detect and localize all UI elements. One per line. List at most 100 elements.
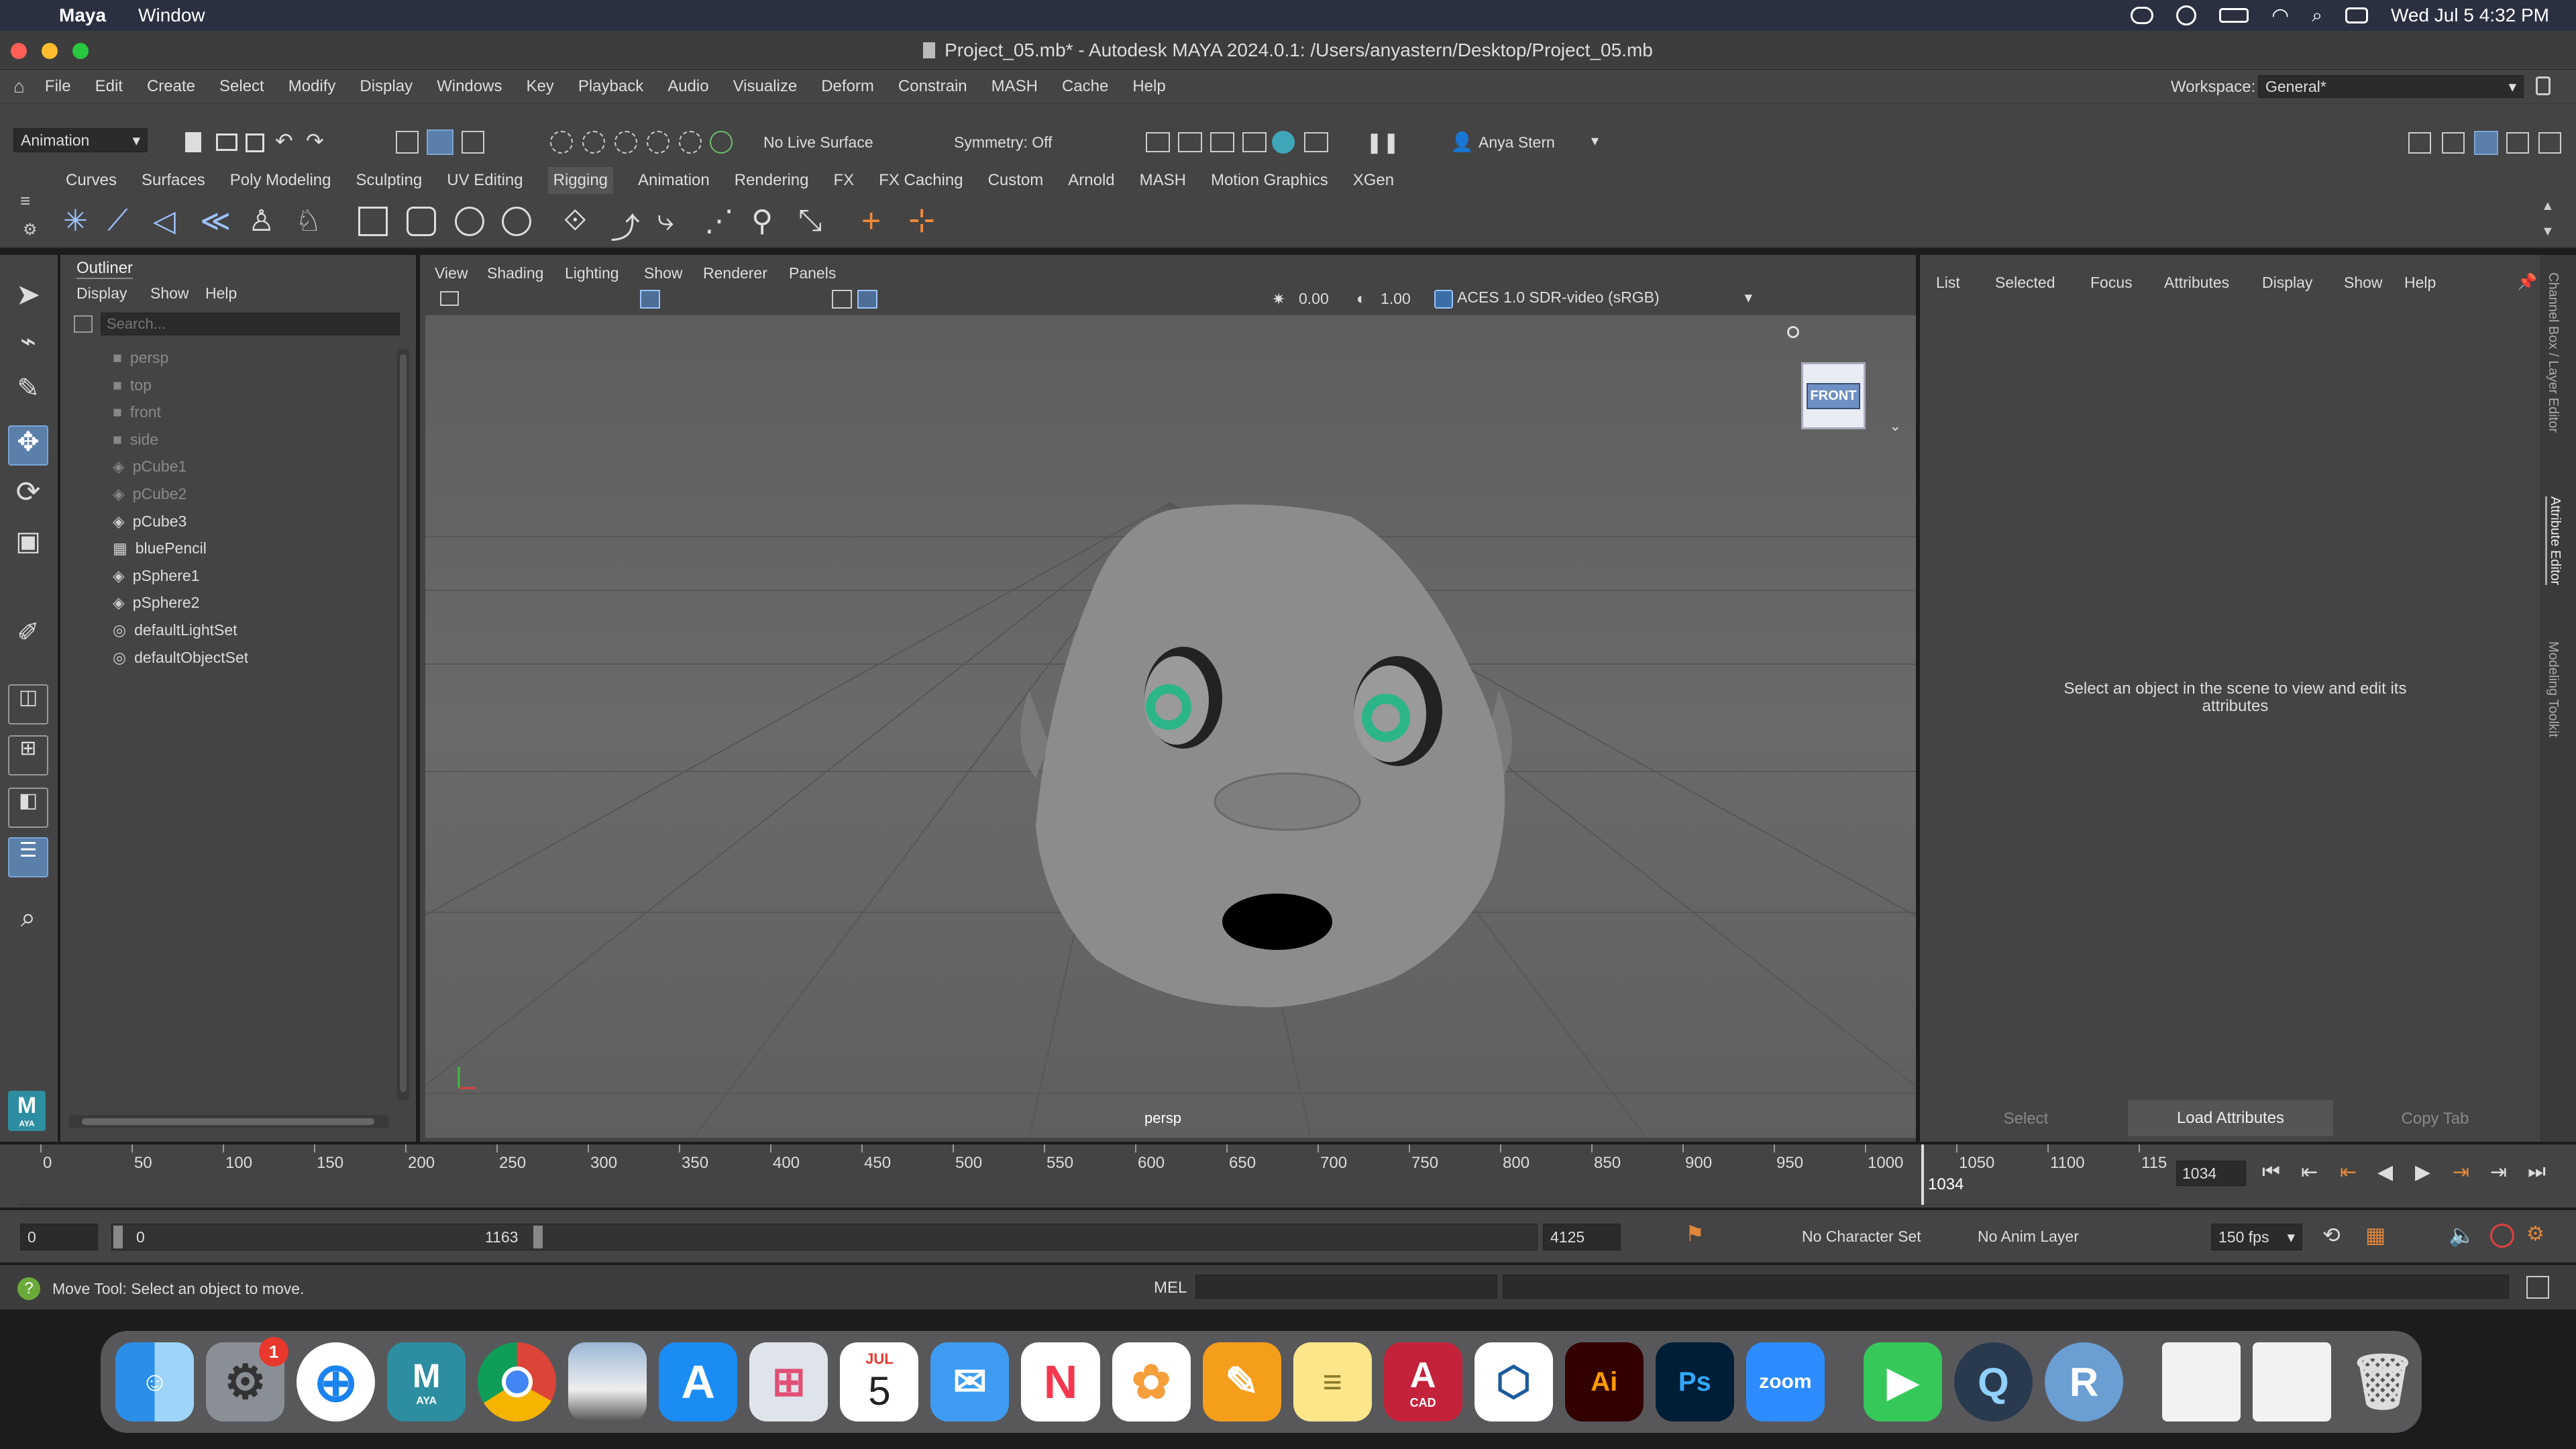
- new-scene-icon[interactable]: [185, 132, 201, 152]
- minimize-window-button[interactable]: [42, 43, 58, 59]
- outliner-item[interactable]: ■ front: [113, 403, 161, 421]
- shelf-tab-surfaces[interactable]: Surfaces: [142, 167, 205, 194]
- app-menu-maya[interactable]: Maya: [59, 5, 106, 26]
- news-icon[interactable]: N: [1021, 1342, 1100, 1421]
- shelf-tab-sculpting[interactable]: Sculpting: [356, 167, 423, 194]
- shelf-tab-arnold[interactable]: Arnold: [1068, 167, 1114, 194]
- quicktime-icon[interactable]: Q: [1953, 1342, 2033, 1421]
- human-ik-toggle-icon[interactable]: [2442, 132, 2465, 154]
- side-tab-attribute-editor[interactable]: Attribute Editor: [2545, 496, 2563, 586]
- save-scene-icon[interactable]: [246, 133, 264, 152]
- attr-menu-attributes[interactable]: Attributes: [2164, 274, 2229, 292]
- outliner-item[interactable]: ■ top: [113, 376, 152, 394]
- menu-display[interactable]: Display: [360, 77, 413, 96]
- facetime-icon[interactable]: ▶: [1863, 1342, 1942, 1421]
- side-tab-modeling-toolkit[interactable]: Modeling Toolkit: [2545, 641, 2561, 737]
- viewport-menu-show[interactable]: Show: [644, 264, 683, 282]
- move-tool-icon[interactable]: ✥: [8, 425, 48, 466]
- menu-help[interactable]: Help: [1132, 77, 1165, 96]
- outliner-tab[interactable]: Outliner: [76, 259, 133, 279]
- viewport-menu-renderer[interactable]: Renderer: [703, 264, 767, 282]
- scrollbar-thumb[interactable]: [82, 1118, 374, 1125]
- range-handle-end[interactable]: [533, 1226, 543, 1248]
- grid-toggle-icon[interactable]: [640, 290, 660, 309]
- time-ruler[interactable]: 0 50 100 150 200 250 300 350 400 450 500 550 600 650 7…: [20, 1144, 2167, 1205]
- orient-constraint-icon[interactable]: ⚲: [751, 204, 773, 238]
- outliner-menu-display[interactable]: Display: [76, 284, 127, 303]
- outliner-horizontal-scrollbar[interactable]: [68, 1115, 389, 1128]
- snap-view-plane-icon[interactable]: [647, 131, 669, 154]
- parent-constraint-icon[interactable]: ⤷: [657, 204, 674, 237]
- creative-cloud-icon[interactable]: [2131, 7, 2154, 24]
- tool-settings-toggle-icon[interactable]: [2506, 132, 2529, 154]
- end-time-field[interactable]: [1543, 1224, 1621, 1250]
- viewport-menu-lighting[interactable]: Lighting: [565, 264, 619, 282]
- viewport-menu-shading[interactable]: Shading: [487, 264, 543, 282]
- menu-select[interactable]: Select: [219, 77, 264, 96]
- menu-key[interactable]: Key: [526, 77, 553, 96]
- hypershade-icon[interactable]: [1272, 131, 1295, 154]
- menu-file[interactable]: File: [45, 77, 71, 96]
- snap-grid-icon[interactable]: [550, 131, 573, 154]
- step-back-frame-icon[interactable]: ⇤: [2340, 1161, 2357, 1184]
- sound-icon[interactable]: 🔈: [2449, 1222, 2475, 1248]
- create-joints-icon[interactable]: ✳: [63, 204, 88, 238]
- autocad-icon[interactable]: A CAD: [1383, 1342, 1462, 1421]
- rstudio-icon[interactable]: R: [2044, 1342, 2124, 1421]
- menu-constrain[interactable]: Constrain: [898, 77, 967, 96]
- ipr-render-icon[interactable]: [1210, 132, 1234, 152]
- command-language-toggle[interactable]: MEL: [1154, 1279, 1187, 1297]
- select-component-icon[interactable]: [462, 131, 484, 154]
- outliner-item[interactable]: ■ side: [113, 431, 158, 449]
- play-forward-icon[interactable]: ▶: [2415, 1161, 2430, 1184]
- current-frame-field[interactable]: [2176, 1161, 2246, 1186]
- menu-playback[interactable]: Playback: [578, 77, 643, 96]
- character-set-dropdown[interactable]: No Character Set: [1802, 1228, 1921, 1246]
- pin-icon[interactable]: 📌: [2517, 272, 2537, 292]
- redo-icon[interactable]: ↷: [306, 128, 324, 154]
- snap-curve-icon[interactable]: [582, 131, 605, 154]
- side-tab-channel-box[interactable]: Channel Box / Layer Editor: [2545, 272, 2561, 433]
- go-to-start-icon[interactable]: ⏮: [2262, 1161, 2280, 1183]
- rotate-tool-icon[interactable]: ⟳: [8, 475, 48, 515]
- view-cube[interactable]: FRONT: [1801, 362, 1866, 429]
- viewport-menu-view[interactable]: View: [435, 264, 468, 282]
- render-view-icon[interactable]: [1146, 132, 1170, 152]
- zoom-icon[interactable]: zoom: [1746, 1342, 1825, 1421]
- outliner-item[interactable]: ◈ pCube1: [113, 458, 186, 476]
- shelf-tab-custom[interactable]: Custom: [988, 167, 1044, 194]
- image-app-icon[interactable]: [568, 1342, 647, 1421]
- shelf-tab-curves[interactable]: Curves: [66, 167, 117, 194]
- select-tool-icon[interactable]: ➤: [8, 278, 48, 318]
- wireframe-icon[interactable]: [832, 290, 852, 309]
- step-back-key-icon[interactable]: ⇤: [2301, 1161, 2318, 1184]
- scale-tool-icon[interactable]: ▣: [8, 526, 48, 566]
- outliner-item[interactable]: ◈ pSphere1: [113, 567, 199, 585]
- head-model[interactable]: [1020, 504, 1512, 1008]
- shelf-tab-fx[interactable]: FX: [834, 167, 855, 194]
- cache-playback-icon[interactable]: ▦: [2365, 1222, 2385, 1248]
- lasso-tool-icon[interactable]: ⌁: [8, 326, 48, 366]
- fps-dropdown[interactable]: 150 fps ▾: [2211, 1224, 2302, 1250]
- attribute-editor-toggle-icon[interactable]: [2474, 131, 2498, 155]
- close-window-button[interactable]: [11, 43, 27, 59]
- cluster-icon[interactable]: [502, 207, 531, 236]
- safari-icon[interactable]: ⊕: [297, 1342, 376, 1421]
- finder-icon[interactable]: ☺: [115, 1342, 195, 1421]
- menu-windows[interactable]: Windows: [437, 77, 502, 96]
- select-object-icon[interactable]: [427, 129, 453, 155]
- paint-select-tool-icon[interactable]: ✎: [8, 373, 48, 413]
- play-backward-icon[interactable]: ◀: [2377, 1161, 2393, 1184]
- scrollbar-thumb[interactable]: [400, 354, 407, 1092]
- arnold-render-icon[interactable]: [1304, 132, 1328, 152]
- battery-icon[interactable]: [2219, 8, 2249, 23]
- ik-handle-icon[interactable]: ⟐: [564, 204, 587, 237]
- lattice-icon[interactable]: [455, 207, 484, 236]
- pause-viewport-icon[interactable]: ❚❚: [1366, 131, 1399, 154]
- colorspace-dropdown[interactable]: ACES 1.0 SDR-video (sRGB) ▾: [1457, 288, 1752, 310]
- menu-visualize[interactable]: Visualize: [733, 77, 798, 96]
- shelf-scroll-up-icon[interactable]: ▲: [2541, 199, 2555, 214]
- chevron-down-icon[interactable]: ▾: [1591, 132, 1599, 150]
- snap-point-icon[interactable]: [614, 131, 637, 154]
- menu-modify[interactable]: Modify: [288, 77, 336, 96]
